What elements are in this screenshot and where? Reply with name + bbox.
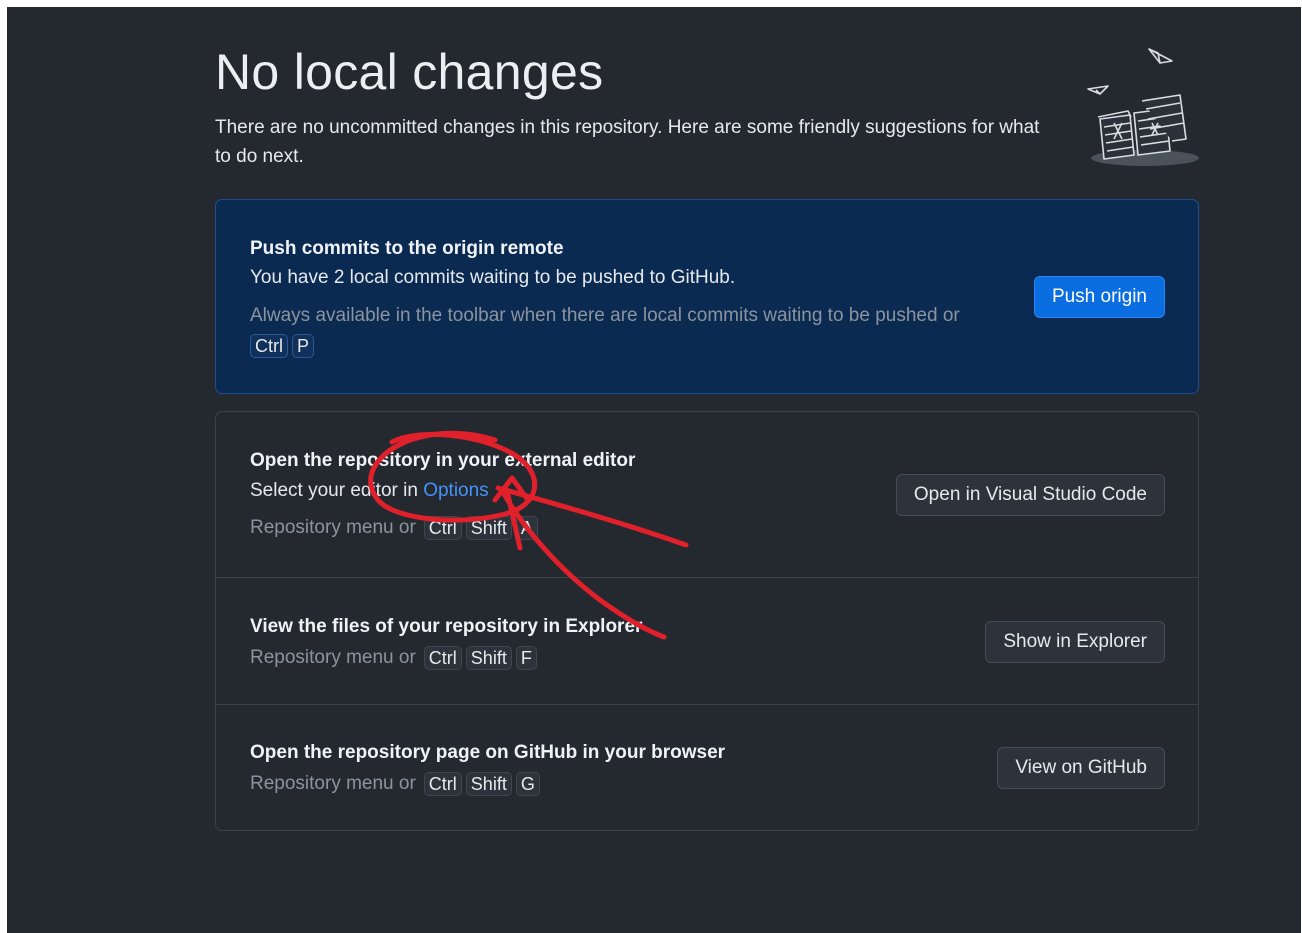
shortcut-key: Ctrl bbox=[250, 334, 288, 358]
hint-prefix: Repository menu or bbox=[250, 517, 416, 538]
hint-prefix: Repository menu or bbox=[250, 647, 416, 668]
hint-prefix: Repository menu or bbox=[250, 773, 416, 794]
action-row-explorer: View the files of your repository in Exp… bbox=[216, 577, 1198, 704]
options-link[interactable]: Options bbox=[423, 480, 488, 501]
shortcut-key: Ctrl bbox=[423, 516, 462, 540]
shortcut-key: G bbox=[515, 772, 540, 796]
action-row-external-editor: Open the repository in your external edi… bbox=[216, 412, 1198, 577]
shortcut-key: P bbox=[292, 334, 315, 358]
shortcut-key: Ctrl bbox=[423, 646, 462, 670]
action-hint: Repository menu or Ctrl Shift F bbox=[250, 646, 541, 670]
action-hint: Repository menu or Ctrl Shift A bbox=[250, 516, 542, 540]
action-title: Open the repository page on GitHub in yo… bbox=[250, 742, 726, 763]
action-hint: Repository menu or Ctrl Shift G bbox=[250, 772, 544, 796]
action-row-github: Open the repository page on GitHub in yo… bbox=[216, 704, 1198, 830]
empty-state-header: No local changes There are no uncommitte… bbox=[215, 41, 1045, 171]
page-title: No local changes bbox=[215, 44, 604, 100]
action-title: View the files of your repository in Exp… bbox=[250, 616, 643, 637]
push-card-description: You have 2 local commits waiting to be p… bbox=[250, 267, 736, 288]
shortcut-key: A bbox=[515, 516, 538, 540]
app-window: No local changes There are no uncommitte… bbox=[7, 7, 1301, 933]
shortcut-key: F bbox=[515, 646, 537, 670]
shortcut-key: Ctrl bbox=[423, 772, 462, 796]
view-on-github-button[interactable]: View on GitHub bbox=[997, 747, 1165, 789]
shortcut-key: Shift bbox=[465, 772, 512, 796]
description-text: Select your editor in bbox=[250, 480, 424, 501]
open-in-editor-button[interactable]: Open in Visual Studio Code bbox=[895, 474, 1165, 516]
action-title: Open the repository in your external edi… bbox=[250, 450, 636, 471]
push-origin-button[interactable]: Push origin bbox=[1033, 276, 1165, 318]
push-card-hint: Always available in the toolbar when the… bbox=[250, 305, 960, 326]
push-card-title: Push commits to the origin remote bbox=[250, 238, 564, 259]
push-commits-card: Push commits to the origin remote You ha… bbox=[215, 199, 1199, 394]
show-in-explorer-button[interactable]: Show in Explorer bbox=[985, 621, 1165, 663]
push-card-shortcut: Ctrl P bbox=[250, 334, 318, 358]
empty-state-illustration-icon bbox=[1087, 48, 1199, 166]
shortcut-key: Shift bbox=[465, 646, 512, 670]
suggested-actions-card: Open the repository in your external edi… bbox=[215, 411, 1199, 831]
page-subtitle: There are no uncommitted changes in this… bbox=[215, 117, 1040, 167]
action-description: Select your editor in Options bbox=[250, 480, 489, 502]
shortcut-key: Shift bbox=[465, 516, 512, 540]
